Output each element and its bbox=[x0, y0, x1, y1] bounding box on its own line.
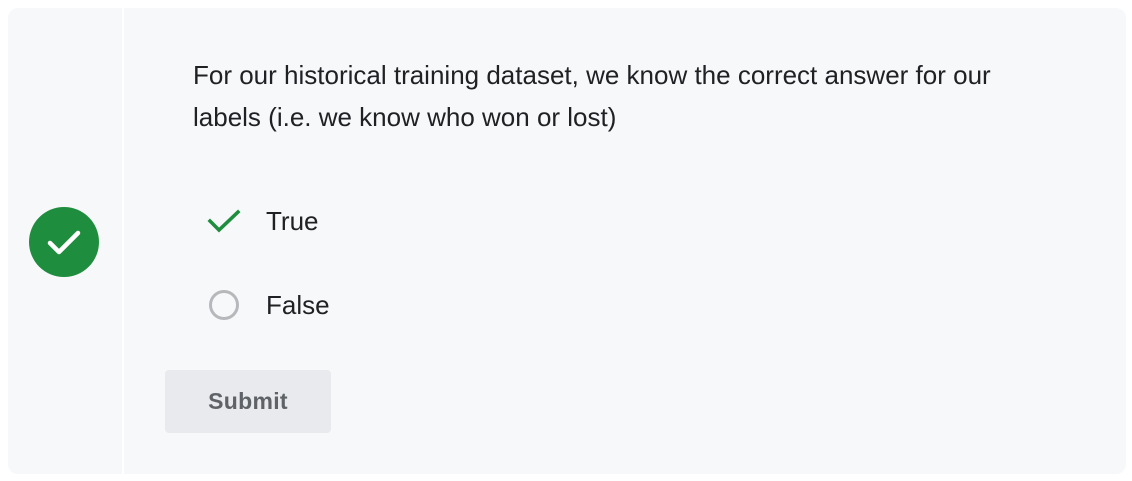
option-true[interactable]: True bbox=[206, 199, 319, 243]
option-true-marker bbox=[206, 203, 242, 239]
check-icon bbox=[207, 209, 241, 233]
check-circle-icon bbox=[47, 230, 81, 255]
question-text: For our historical training dataset, we … bbox=[193, 60, 991, 132]
option-false-label: False bbox=[266, 289, 330, 320]
quiz-question-card: For our historical training dataset, we … bbox=[8, 8, 1126, 474]
option-true-label: True bbox=[266, 205, 319, 236]
status-column bbox=[8, 8, 124, 474]
option-false-marker bbox=[206, 287, 242, 323]
option-false[interactable]: False bbox=[206, 283, 330, 327]
submit-button[interactable]: Submit bbox=[165, 370, 331, 433]
correct-status-badge bbox=[29, 207, 99, 277]
radio-unchecked-icon[interactable] bbox=[209, 290, 239, 320]
question-content: For our historical training dataset, we … bbox=[124, 8, 1126, 474]
